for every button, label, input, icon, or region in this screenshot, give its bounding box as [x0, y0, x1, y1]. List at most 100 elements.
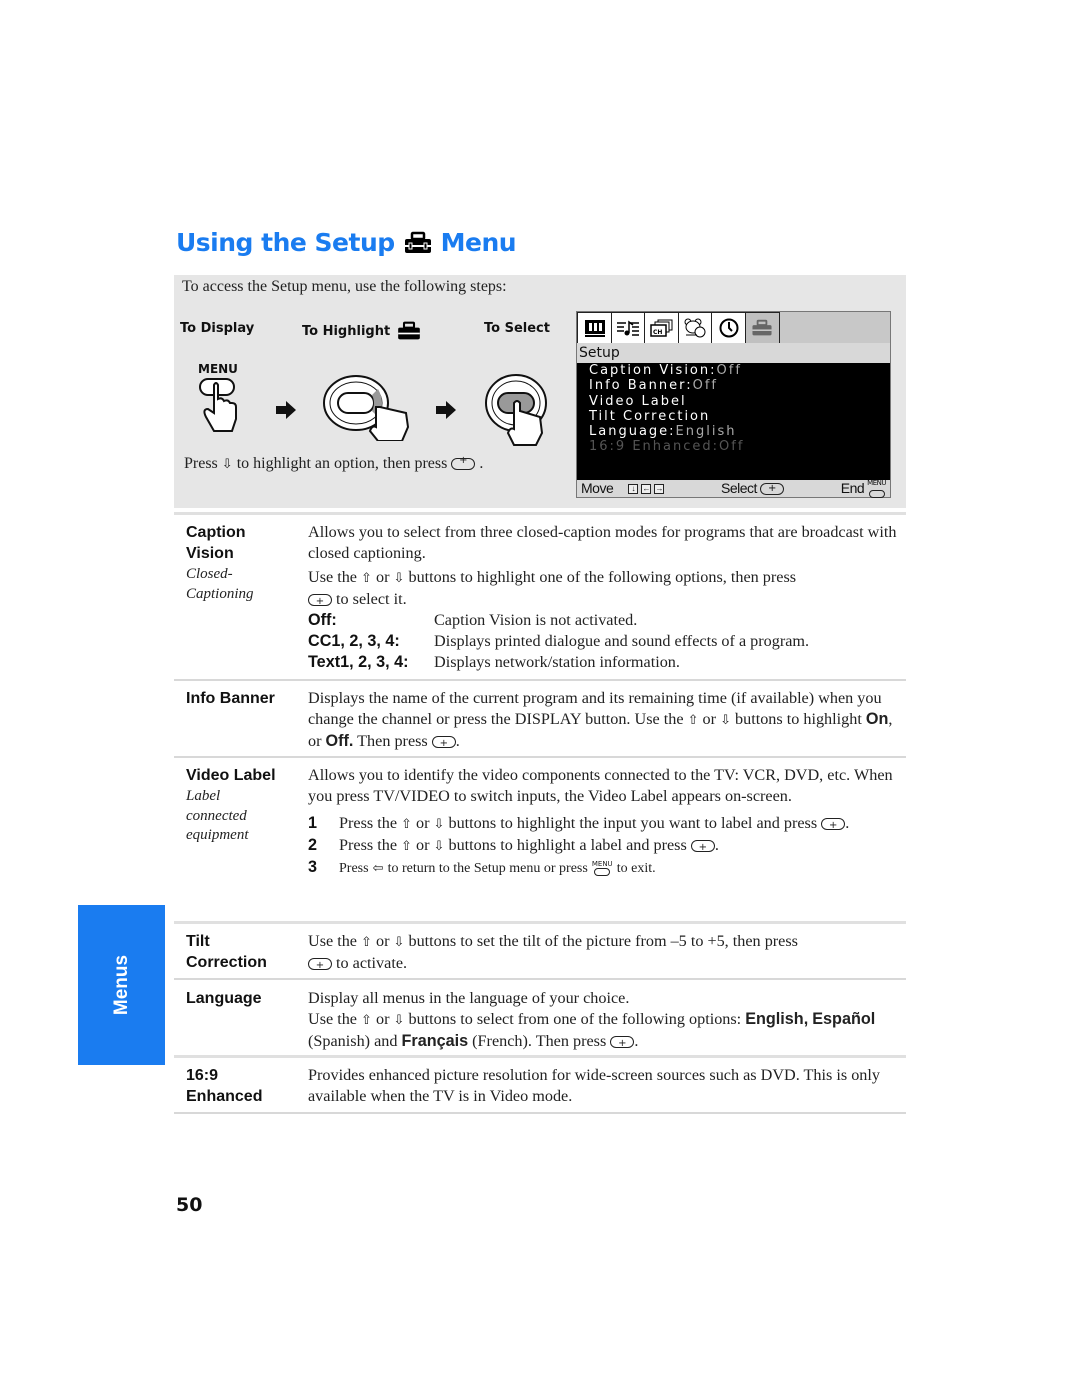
term-tilt-correction: Tilt Correction — [186, 931, 267, 973]
select-button-icon — [759, 480, 784, 497]
page-title: Using the Setup Menu — [176, 228, 517, 257]
select-button-icon — [690, 837, 715, 858]
intro-text: To access the Setup menu, use the follow… — [182, 278, 507, 295]
picture-icon[interactable] — [577, 312, 612, 344]
text: Use the — [308, 568, 357, 586]
step-to-highlight: To Highlight — [302, 321, 422, 341]
text: buttons to highlight — [735, 710, 862, 728]
text: or — [416, 836, 430, 854]
osd-item-label: Video Label — [589, 393, 687, 409]
subterm-line: Label — [186, 788, 221, 804]
text: Press — [339, 861, 369, 876]
option-espanol: Español — [812, 1010, 876, 1028]
press-text-a: Press — [184, 455, 218, 472]
left-arrow-icon: ⇦ — [372, 861, 384, 876]
text: Use the — [308, 932, 357, 950]
term-line: Vision — [186, 545, 234, 562]
text: to select it. — [336, 590, 407, 608]
text: or — [376, 568, 390, 586]
osd-item-label: Caption Vision: — [589, 363, 717, 378]
step-row: 1 Press the ⇧ or ⇩ buttons to highlight … — [308, 813, 906, 836]
desc-video-label: Allows you to identify the video compone… — [308, 765, 906, 879]
desc-info-banner: Displays the name of the current program… — [308, 688, 906, 754]
term-line: Enhanced — [186, 1088, 263, 1105]
setup-icon[interactable] — [744, 312, 780, 344]
osd-setup-menu: CH Setup Caption Vision:Off Info Banner:… — [576, 311, 891, 498]
text: Then press — [353, 732, 428, 750]
osd-item-16-9-enhanced: 16:9 Enhanced:Off — [589, 439, 890, 454]
text: . — [634, 1032, 639, 1050]
osd-end-hint: End MENU — [840, 479, 886, 498]
step-number: 3 — [308, 858, 318, 876]
page-number: 50 — [176, 1194, 203, 1216]
osd-footer: Move ↓←→ Select EndMENU — [577, 479, 890, 498]
step-text: Press ⇦ to return to the Setup menu or p… — [339, 857, 906, 879]
option-row: Off: Caption Vision is not activated. — [308, 610, 906, 631]
step-text: Press the ⇧ or ⇩ buttons to highlight th… — [339, 813, 906, 836]
down-arrow-icon: ⇩ — [720, 713, 731, 728]
term-video-label: Video Label — [186, 767, 276, 784]
osd-item-language[interactable]: Language:English — [589, 424, 890, 439]
select-button-icon — [308, 591, 332, 612]
toolbox-icon — [398, 321, 421, 340]
title-text-end: Menu — [440, 228, 517, 257]
osd-item-info-banner[interactable]: Info Banner:Off — [589, 378, 890, 393]
divider — [174, 756, 906, 758]
timer-icon[interactable] — [711, 312, 746, 344]
term-line: Tilt — [186, 933, 210, 950]
text: or — [376, 1010, 390, 1028]
osd-item-label: Language: — [589, 424, 676, 440]
menu-small-label: MENU — [591, 859, 613, 868]
osd-item-label: Tilt Correction — [589, 408, 711, 424]
step-number: 2 — [308, 836, 318, 854]
osd-select-hint: Select — [721, 480, 784, 497]
option-key: Text1, 2, 3, 4: — [308, 653, 409, 671]
channel-icon[interactable]: CH — [644, 312, 679, 344]
osd-item-video-label[interactable]: Video Label — [589, 394, 890, 409]
subterm-line: connected — [186, 807, 247, 824]
text: buttons to highlight a label and press — [448, 836, 687, 854]
divider — [174, 921, 906, 924]
step-row: 2 Press the ⇧ or ⇩ buttons to highlight … — [308, 835, 906, 858]
side-tab-menus: Menus — [78, 905, 165, 1065]
term-language: Language — [186, 990, 262, 1007]
text: buttons to set the tilt of the picture f… — [408, 932, 798, 950]
text: . — [845, 814, 850, 832]
option-francais: Français — [401, 1032, 469, 1050]
parent-icon[interactable] — [677, 312, 713, 344]
menu-label: MENU — [198, 363, 238, 376]
osd-item-caption-vision[interactable]: Caption Vision:Off — [589, 363, 890, 378]
text: . — [714, 836, 719, 854]
up-arrow-icon: ⇧ — [361, 1013, 372, 1028]
step-text: Press the ⇧ or ⇩ buttons to highlight a … — [339, 835, 906, 858]
menu-button-icon: MENU — [591, 859, 613, 876]
osd-item-label: 16:9 Enhanced: — [589, 439, 720, 455]
select-button-icon — [431, 733, 456, 754]
up-arrow-icon: ⇧ — [687, 713, 699, 728]
up-arrow-icon: ⇧ — [401, 839, 412, 854]
option-off: Off. — [325, 732, 354, 750]
sound-icon[interactable] — [610, 312, 646, 344]
press-text-b: to highlight an option, then press — [236, 455, 448, 472]
toolbox-icon — [404, 231, 431, 253]
arrow-right-icon — [436, 401, 456, 419]
press-instruction: Press ⇩ to highlight an option, then pre… — [184, 455, 483, 473]
subterm-closed-captioning: Closed- Captioning — [186, 565, 254, 604]
term-line: Caption — [186, 524, 246, 541]
title-text-start: Using the Setup — [176, 228, 395, 257]
option-row: CC1, 2, 3, 4: Displays printed dialogue a… — [308, 631, 906, 652]
subterm-label-connected-equipment: Label connected equipment — [186, 787, 248, 846]
osd-item-tilt-correction[interactable]: Tilt Correction — [589, 409, 890, 424]
option-key: Off: — [308, 611, 337, 629]
end-label: End — [840, 480, 865, 496]
text: (French). Then press — [468, 1032, 607, 1050]
desc-tilt-correction: Use the ⇧ or ⇩ buttons to set the tilt o… — [308, 931, 906, 976]
desc-text: Allows you to select from three closed-c… — [308, 523, 897, 562]
desc-text: Use the ⇧ or ⇩ buttons to highlight one … — [308, 567, 906, 612]
svg-text:CH: CH — [653, 329, 662, 336]
option-row: Text1, 2, 3, 4: Displays network/station … — [308, 652, 906, 673]
osd-title: Setup — [577, 343, 890, 363]
text: to exit. — [616, 861, 656, 876]
osd-item-label: Info Banner: — [589, 378, 693, 394]
divider — [174, 1055, 906, 1058]
